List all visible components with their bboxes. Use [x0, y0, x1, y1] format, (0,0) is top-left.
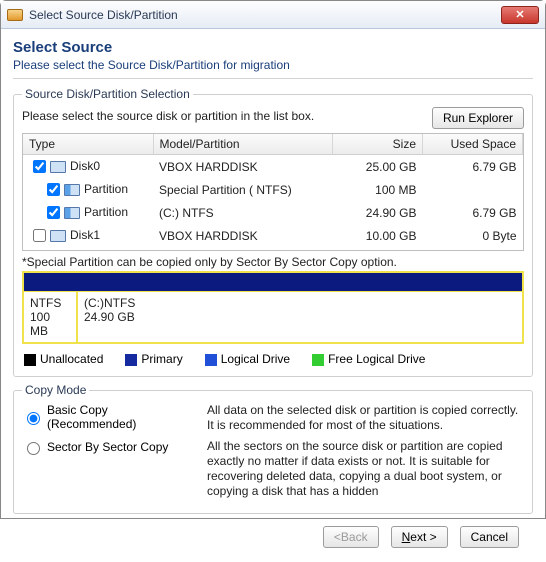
close-icon: ✕ [515, 8, 524, 21]
swatch-unallocated [24, 354, 36, 366]
row-checkbox[interactable] [47, 206, 60, 219]
color-legend: Unallocated Primary Logical Drive Free L… [22, 348, 524, 368]
row-size: 100 MB [333, 178, 423, 201]
row-size: 25.00 GB [333, 155, 423, 179]
cancel-button[interactable]: Cancel [460, 526, 519, 548]
col-header-model[interactable]: Model/Partition [153, 134, 333, 155]
title-bar: Select Source Disk/Partition ✕ [1, 1, 545, 29]
row-used: 6.79 GB [423, 155, 523, 179]
sector-copy-label: Sector By Sector Copy [47, 440, 168, 454]
divider [13, 78, 533, 79]
legend-unallocated: Unallocated [40, 352, 103, 366]
row-checkbox[interactable] [33, 229, 46, 242]
copy-mode-legend: Copy Mode [22, 383, 89, 397]
swatch-primary [125, 354, 137, 366]
source-selection-group: Source Disk/Partition Selection Please s… [13, 87, 533, 377]
sector-copy-option[interactable]: Sector By Sector Copy [22, 439, 197, 455]
row-size: 24.90 GB [333, 201, 423, 224]
legend-logical: Logical Drive [221, 352, 290, 366]
col-header-size[interactable]: Size [333, 134, 423, 155]
back-button[interactable]: <Back [323, 526, 379, 548]
row-used: 6.79 GB [423, 201, 523, 224]
partition-visualization: NTFS 100 MB (C:)NTFS 24.90 GB [22, 271, 524, 344]
disk-icon [50, 230, 66, 242]
legend-primary: Primary [141, 352, 182, 366]
table-row[interactable]: Partition (C:) NTFS24.90 GB6.79 GB [23, 201, 523, 224]
partition-icon [64, 184, 80, 196]
row-model: Special Partition ( NTFS) [153, 178, 333, 201]
viz-partition-2[interactable]: (C:)NTFS 24.90 GB [78, 292, 522, 342]
next-button[interactable]: Next > [391, 526, 448, 548]
row-checkbox[interactable] [33, 160, 46, 173]
basic-copy-option[interactable]: Basic Copy (Recommended) [22, 403, 197, 431]
partition-icon [64, 207, 80, 219]
basic-copy-radio[interactable] [27, 412, 40, 425]
basic-copy-desc: All data on the selected disk or partiti… [207, 403, 524, 433]
legend-freelogical: Free Logical Drive [328, 352, 425, 366]
viz-partition-1-fs: NTFS [30, 296, 70, 310]
run-explorer-button[interactable]: Run Explorer [432, 107, 524, 129]
partition-table: Type Model/Partition Size Used Space Dis… [22, 133, 524, 251]
page-subtitle: Please select the Source Disk/Partition … [13, 58, 533, 72]
viz-partition-2-fs: (C:)NTFS [84, 296, 516, 310]
sector-copy-radio[interactable] [27, 442, 40, 455]
row-used: 0 Byte [423, 224, 523, 247]
row-used [423, 178, 523, 201]
table-row[interactable]: Disk0 VBOX HARDDISK25.00 GB6.79 GB [23, 155, 523, 179]
special-partition-note: *Special Partition can be copied only by… [22, 255, 524, 269]
row-model: VBOX HARDDISK [153, 155, 333, 179]
table-row[interactable]: Disk1 VBOX HARDDISK10.00 GB0 Byte [23, 224, 523, 247]
wizard-footer: <Back Next > Cancel [13, 520, 533, 558]
viz-partition-1[interactable]: NTFS 100 MB [24, 292, 78, 342]
disk-icon [50, 161, 66, 173]
page-title: Select Source [13, 39, 533, 56]
row-model: (C:) NTFS [153, 201, 333, 224]
row-type: Disk0 [70, 159, 100, 173]
selection-instruction: Please select the source disk or partiti… [22, 109, 426, 123]
app-icon [7, 9, 23, 21]
row-type: Partition [84, 182, 128, 196]
row-type: Partition [84, 205, 128, 219]
table-row[interactable]: Partition Special Partition ( NTFS)100 MB [23, 178, 523, 201]
row-checkbox[interactable] [47, 183, 60, 196]
row-type: Disk1 [70, 228, 100, 242]
swatch-logical [205, 354, 217, 366]
copy-mode-group: Copy Mode Basic Copy (Recommended) All d… [13, 383, 533, 514]
sector-copy-desc: All the sectors on the source disk or pa… [207, 439, 524, 499]
close-button[interactable]: ✕ [501, 6, 539, 24]
next-button-label: Next > [402, 530, 437, 544]
col-header-used[interactable]: Used Space [423, 134, 523, 155]
swatch-freelogical [312, 354, 324, 366]
viz-disk-bar [24, 273, 522, 291]
viz-partition-1-size: 100 MB [30, 310, 70, 338]
row-size: 10.00 GB [333, 224, 423, 247]
source-selection-legend: Source Disk/Partition Selection [22, 87, 193, 101]
row-model: VBOX HARDDISK [153, 224, 333, 247]
basic-copy-label: Basic Copy (Recommended) [47, 403, 197, 431]
viz-partition-2-size: 24.90 GB [84, 310, 516, 324]
window-title: Select Source Disk/Partition [29, 8, 501, 22]
col-header-type[interactable]: Type [23, 134, 153, 155]
